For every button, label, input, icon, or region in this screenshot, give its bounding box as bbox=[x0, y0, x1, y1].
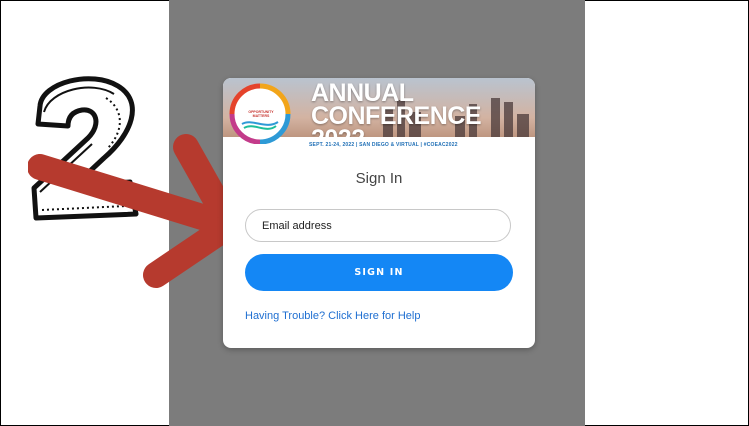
sign-in-heading: Sign In bbox=[355, 170, 403, 187]
conference-logo: OPPORTUNITY MATTERS bbox=[228, 80, 292, 145]
banner-tagline: SEPT. 21-24, 2022 | SAN DIEGO & VIRTUAL … bbox=[309, 142, 458, 148]
email-input[interactable] bbox=[245, 209, 511, 242]
conference-banner: ANNUAL CONFERENCE 2022 SEPT. 21-24, 2022… bbox=[223, 78, 535, 150]
help-link[interactable]: Having Trouble? Click Here for Help bbox=[245, 310, 420, 322]
sign-in-button[interactable]: SIGN IN bbox=[245, 254, 513, 291]
sign-in-card: ANNUAL CONFERENCE 2022 SEPT. 21-24, 2022… bbox=[223, 78, 535, 348]
logo-text: OPPORTUNITY MATTERS bbox=[248, 110, 274, 118]
